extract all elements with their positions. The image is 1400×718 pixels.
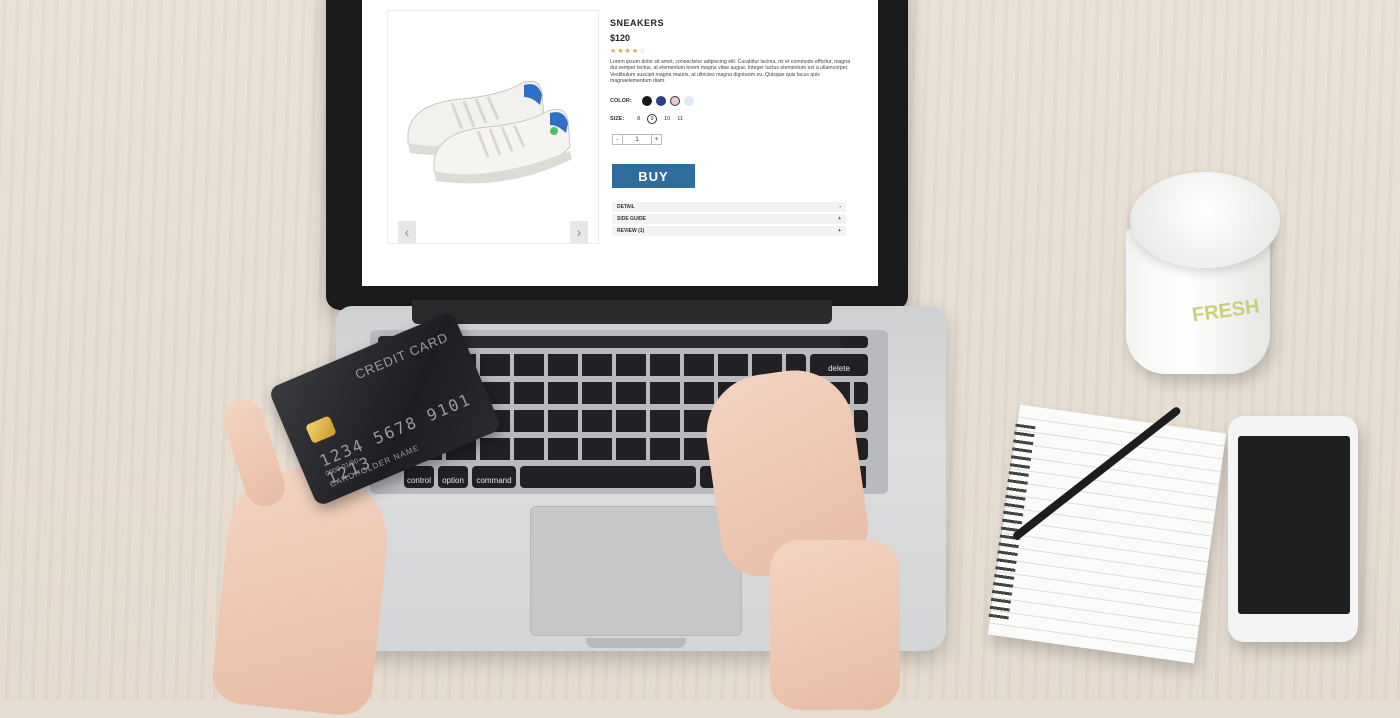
accordion-side-guide[interactable]: SIDE GUIDE + — [612, 214, 846, 224]
qty-minus-button[interactable]: - — [612, 134, 623, 145]
coffee-cup-lid — [1130, 172, 1280, 268]
color-swatch-navy[interactable] — [655, 96, 666, 106]
accordion-label: REVIEW (1) — [617, 228, 645, 234]
size-option[interactable]: 10 — [664, 116, 670, 122]
color-swatch-pink[interactable] — [669, 96, 680, 106]
chevron-left-icon[interactable]: ‹ — [398, 221, 416, 243]
smartphone-screen — [1238, 436, 1350, 614]
card-chip-icon — [305, 415, 337, 444]
size-label: SIZE: — [610, 116, 625, 122]
color-label: COLOR: — [610, 98, 632, 104]
option-key[interactable]: option — [438, 466, 468, 488]
trackpad[interactable] — [530, 506, 742, 636]
size-option[interactable]: 11 — [677, 116, 683, 122]
right-forearm — [770, 540, 900, 710]
size-selector: SIZE: 8 9 10 11 — [610, 114, 683, 124]
spacebar[interactable] — [520, 466, 696, 488]
accordion-sign: + — [838, 216, 841, 222]
chevron-right-icon[interactable]: › — [570, 221, 588, 243]
sneakers-image — [407, 80, 572, 184]
power-key[interactable] — [840, 336, 868, 348]
laptop-screen: ‹ › SNEAKERS $120 ★★★★☆ Lorem ipsum dolo… — [362, 0, 878, 286]
color-swatch-black[interactable] — [641, 96, 652, 106]
command-key[interactable]: command — [472, 466, 516, 488]
product-image-frame: ‹ › — [387, 10, 599, 244]
product-title: SNEAKERS — [610, 18, 665, 28]
qty-value[interactable]: 1 — [623, 134, 651, 145]
accordion-label: SIDE GUIDE — [617, 216, 646, 222]
rating-stars: ★★★★☆ — [610, 48, 647, 55]
buy-button[interactable]: BUY — [612, 164, 695, 188]
control-key[interactable]: control — [404, 466, 434, 488]
delete-key[interactable]: delete — [810, 354, 868, 376]
color-selector: COLOR: — [610, 96, 694, 106]
left-hand — [209, 462, 395, 718]
color-swatch-light-blue[interactable] — [683, 96, 694, 106]
product-price: $120 — [610, 33, 631, 43]
laptop-front-notch — [586, 638, 686, 648]
size-option[interactable]: 8 — [637, 116, 640, 122]
quantity-stepper: - 1 + — [612, 134, 662, 145]
accordion-sign: + — [838, 228, 841, 234]
accordion-detail[interactable]: DETAIL - — [612, 202, 846, 212]
product-description: Lorem ipsum dolor sit amet, consectetur … — [610, 59, 851, 84]
size-option-selected[interactable]: 9 — [647, 114, 658, 124]
qty-plus-button[interactable]: + — [651, 134, 662, 145]
accordion-label: DETAIL — [617, 204, 635, 210]
laptop-hinge — [412, 300, 832, 324]
accordion-sign: - — [839, 204, 841, 210]
accordion-review[interactable]: REVIEW (1) + — [612, 226, 846, 236]
